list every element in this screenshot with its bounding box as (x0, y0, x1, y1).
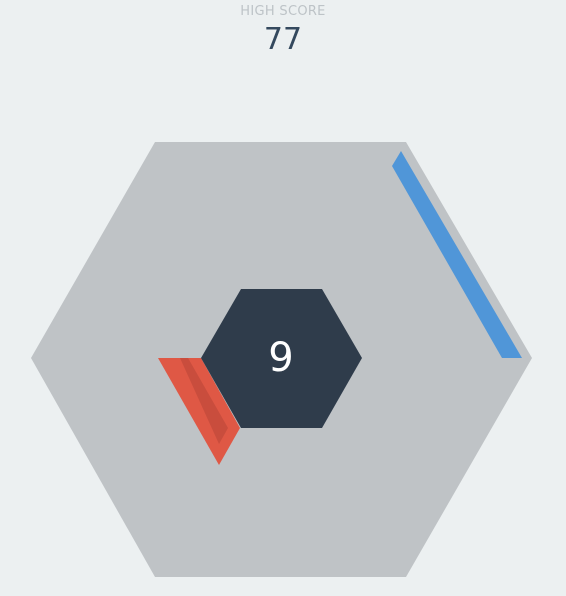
game-board[interactable]: 9 (0, 0, 566, 596)
current-score: 9 (268, 335, 293, 381)
game-screen[interactable]: HIGH SCORE 77 9 (0, 0, 566, 596)
